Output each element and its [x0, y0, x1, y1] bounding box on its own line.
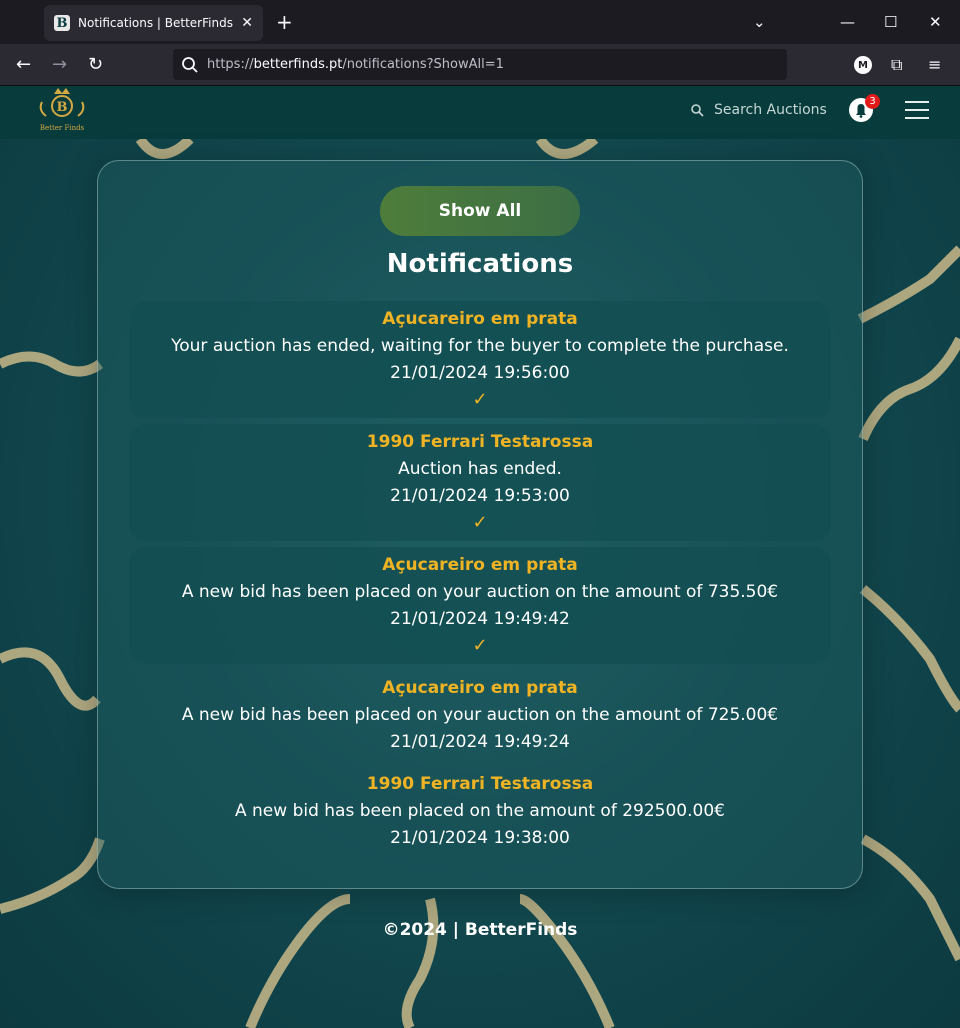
hamburger-menu-icon[interactable]	[905, 101, 929, 121]
read-check-icon: ✓	[472, 635, 488, 656]
svg-text:B: B	[57, 100, 68, 115]
notification-message: Auction has ended.	[398, 459, 562, 479]
notification-time: 21/01/2024 19:53:00	[390, 486, 570, 506]
new-tab-icon[interactable]: +	[276, 10, 293, 34]
show-all-button[interactable]: Show All	[380, 186, 580, 236]
betterfinds-logo[interactable]: B Better Finds	[34, 86, 90, 136]
url-path: /notifications?ShowAll=1	[342, 57, 504, 72]
notification-time: 21/01/2024 19:49:42	[390, 609, 570, 629]
notification-title[interactable]: Açucareiro em prata	[129, 552, 831, 579]
search-icon	[182, 56, 198, 73]
notification-message: A new bid has been placed on your auctio…	[181, 582, 779, 602]
browser-tab[interactable]: B Notifications | BetterFinds ✕	[44, 5, 263, 41]
reload-icon[interactable]: ↻	[88, 53, 103, 77]
list-tabs-chevron-icon[interactable]: ⌄	[753, 10, 766, 34]
browser-tab-bar: B Notifications | BetterFinds ✕ + ⌄ — ☐ …	[0, 0, 960, 44]
menu-icon[interactable]: ≡	[928, 53, 941, 77]
tab-title: Notifications | BetterFinds	[78, 16, 233, 30]
notification-message: A new bid has been placed on your auctio…	[181, 705, 779, 725]
notification-item[interactable]: 1990 Ferrari Testarossa Auction has ende…	[129, 424, 831, 541]
page-title: Notifications	[386, 249, 574, 279]
close-tab-icon[interactable]: ✕	[241, 15, 253, 31]
svg-text:Better Finds: Better Finds	[40, 124, 85, 132]
extensions-icon[interactable]: ⧉	[891, 53, 902, 77]
address-bar[interactable]: https://betterfinds.pt/notifications?Sho…	[173, 49, 787, 80]
forward-arrow-icon[interactable]: →	[52, 53, 67, 77]
account-avatar-icon[interactable]: M	[854, 56, 872, 74]
notification-title[interactable]: 1990 Ferrari Testarossa	[129, 429, 831, 456]
url-host: betterfinds.pt	[253, 57, 343, 72]
notification-title[interactable]: Açucareiro em prata	[129, 675, 831, 702]
minimize-icon[interactable]: —	[840, 10, 855, 34]
read-check-icon: ✓	[472, 389, 488, 410]
url-scheme: https://	[207, 57, 254, 72]
notification-time: 21/01/2024 19:56:00	[390, 363, 570, 383]
notification-title[interactable]: 1990 Ferrari Testarossa	[129, 771, 831, 798]
read-check-icon: ✓	[472, 512, 488, 533]
search-auctions[interactable]: Search Auctions	[690, 102, 827, 118]
close-window-icon[interactable]: ✕	[929, 10, 942, 34]
notification-title[interactable]: Açucareiro em prata	[129, 306, 831, 333]
maximize-icon[interactable]: ☐	[884, 10, 897, 34]
notification-item[interactable]: Açucareiro em prata Your auction has end…	[129, 301, 831, 418]
notification-item[interactable]: 1990 Ferrari Testarossa A new bid has be…	[129, 771, 831, 852]
search-placeholder: Search Auctions	[714, 102, 827, 118]
notification-message: Your auction has ended, waiting for the …	[171, 336, 789, 356]
notification-count-badge: 3	[865, 94, 880, 109]
search-icon	[691, 104, 704, 117]
notification-time: 21/01/2024 19:49:24	[390, 732, 570, 752]
site-header: B Better Finds Search Auctions	[0, 86, 960, 139]
url-text: https://betterfinds.pt/notifications?Sho…	[207, 57, 504, 72]
back-arrow-icon[interactable]: ←	[16, 53, 31, 77]
notification-item[interactable]: Açucareiro em prata A new bid has been p…	[129, 547, 831, 664]
footer-copyright: ©2024 | BetterFinds	[382, 920, 578, 940]
notification-time: 21/01/2024 19:38:00	[390, 828, 570, 848]
notification-message: A new bid has been placed on the amount …	[235, 801, 725, 821]
site-favicon-icon: B	[54, 15, 70, 31]
notification-item[interactable]: Açucareiro em prata A new bid has been p…	[129, 675, 831, 756]
